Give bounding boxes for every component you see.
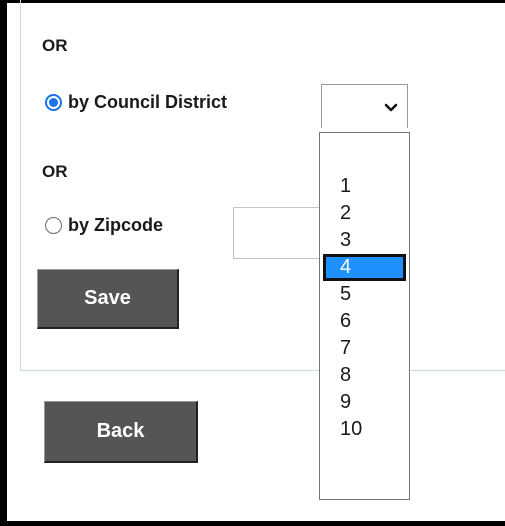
or-label: OR [42,36,68,55]
council-district-radio[interactable] [45,94,62,111]
district-option[interactable]: 5 [323,281,406,308]
district-option[interactable]: 4 [323,254,406,281]
council-district-option[interactable]: by Council District [45,92,227,113]
district-option[interactable]: 2 [323,200,406,227]
or-label: OR [42,162,68,181]
save-button[interactable]: Save [37,269,179,329]
district-dropdown-list[interactable]: 1 2 3 4 5 6 7 8 9 10 [319,132,410,500]
council-district-select[interactable] [321,84,408,128]
zipcode-option[interactable]: by Zipcode [45,215,163,236]
zipcode-input[interactable] [233,207,323,259]
zipcode-radio[interactable] [45,217,62,234]
district-option[interactable]: 8 [323,362,406,389]
district-option[interactable]: 1 [323,173,406,200]
district-option[interactable]: 10 [323,416,406,443]
council-district-label[interactable]: by Council District [68,92,227,113]
district-option[interactable]: 3 [323,227,406,254]
chevron-down-icon [384,103,398,112]
district-option[interactable]: 6 [323,308,406,335]
district-option[interactable]: 9 [323,389,406,416]
zipcode-label[interactable]: by Zipcode [68,215,163,236]
district-option[interactable]: 7 [323,335,406,362]
back-button[interactable]: Back [44,401,198,463]
